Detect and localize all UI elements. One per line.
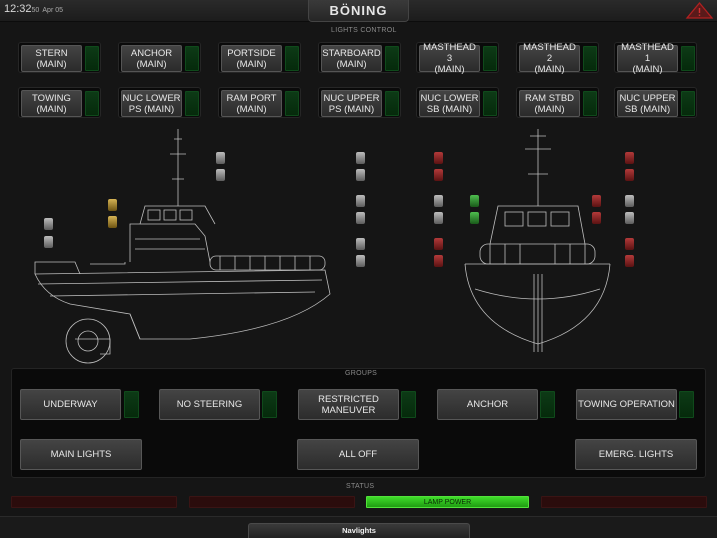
lamp-icon <box>434 169 443 181</box>
light-button-label: ANCHOR (MAIN) <box>121 45 182 72</box>
lamp-icon <box>625 195 634 207</box>
light-button-label: RAM PORT (MAIN) <box>221 90 282 117</box>
light-button-row1-7[interactable]: MASTHEAD 1 (MAIN) <box>614 42 697 75</box>
main-lights-button[interactable]: MAIN LIGHTS <box>20 439 142 470</box>
lamp-icon <box>434 212 443 224</box>
light-button-row1-1[interactable]: STERN (MAIN) <box>18 42 101 73</box>
light-button-row2-3[interactable]: RAM PORT (MAIN) <box>218 87 301 118</box>
towing-operation-button[interactable]: TOWING OPERATION <box>576 389 677 420</box>
no-steering-button[interactable]: NO STEERING <box>159 389 260 420</box>
no-steering-indicator <box>262 391 277 418</box>
light-indicator <box>681 91 695 116</box>
status-bar-1 <box>11 496 177 508</box>
light-indicator <box>583 91 597 116</box>
clock-time: 12:32 <box>4 3 32 15</box>
lamp-icon <box>625 152 634 164</box>
lamp-icon <box>356 169 365 181</box>
light-button-label: PORTSIDE (MAIN) <box>221 45 282 72</box>
lamp-icon <box>44 218 53 230</box>
lamp-icon <box>216 169 225 181</box>
light-button-row2-1[interactable]: TOWING (MAIN) <box>18 87 101 118</box>
lamp-icon <box>356 212 365 224</box>
brand-logo: BÖNING <box>308 0 409 22</box>
lights-control-label: LIGHTS CONTROL <box>331 27 397 34</box>
light-button-row2-2[interactable]: NUC LOWER PS (MAIN) <box>118 87 201 118</box>
light-button-label: NUC UPPER SB (MAIN) <box>617 90 678 117</box>
lamp-icon <box>434 152 443 164</box>
lamp-icon <box>434 238 443 250</box>
lamp-icon <box>625 212 634 224</box>
lamp-icon <box>356 238 365 250</box>
lamp-icon <box>592 212 601 224</box>
light-indicator <box>85 46 99 71</box>
light-button-label: RAM STBD (MAIN) <box>519 90 580 117</box>
lamp-icon <box>625 238 634 250</box>
lamp-icon <box>108 216 117 228</box>
light-button-row1-5[interactable]: MASTHEAD 3 (MAIN) <box>416 42 499 75</box>
lamp-icon <box>625 169 634 181</box>
light-button-row2-6[interactable]: RAM STBD (MAIN) <box>516 87 599 118</box>
light-button-row1-4[interactable]: STARBOARD (MAIN) <box>318 42 401 73</box>
restricted-maneuver-button[interactable]: RESTRICTED MANEUVER <box>298 389 399 420</box>
underway-button[interactable]: UNDERWAY <box>20 389 121 420</box>
tab-navlights[interactable]: Navlights <box>248 523 470 538</box>
light-button-label: NUC UPPER PS (MAIN) <box>321 90 382 117</box>
clock-date: Apr 05 <box>42 7 64 14</box>
light-button-label: STARBOARD (MAIN) <box>321 45 382 72</box>
light-button-label: TOWING (MAIN) <box>21 90 82 117</box>
lamp-icon <box>356 195 365 207</box>
clock: 12:3250 Apr 05 <box>4 3 63 15</box>
clock-seconds: 50 <box>31 7 40 14</box>
light-indicator <box>681 46 695 71</box>
light-button-row2-7[interactable]: NUC UPPER SB (MAIN) <box>614 87 697 118</box>
light-indicator <box>285 46 299 71</box>
light-indicator <box>385 46 399 71</box>
status-bar-4 <box>541 496 707 508</box>
lamp-icon <box>356 255 365 267</box>
lamp-icon <box>470 212 479 224</box>
boat-front-view <box>464 129 611 352</box>
warning-icon[interactable] <box>684 1 715 20</box>
groups-label: GROUPS <box>345 370 378 377</box>
light-indicator <box>583 46 597 71</box>
light-button-label: MASTHEAD 1 (MAIN) <box>617 42 678 75</box>
restricted-maneuver-indicator <box>401 391 416 418</box>
lamp-icon <box>592 195 601 207</box>
towing-operation-indicator <box>679 391 694 418</box>
light-indicator <box>385 91 399 116</box>
status-label: STATUS <box>346 483 375 490</box>
boat-side-view <box>34 129 331 364</box>
lamp-icon <box>44 236 53 248</box>
anchor-group-indicator <box>540 391 555 418</box>
lamp-icon <box>470 195 479 207</box>
anchor-group-button[interactable]: ANCHOR <box>437 389 538 420</box>
light-button-row1-6[interactable]: MASTHEAD 2 (MAIN) <box>516 42 599 75</box>
lamp-icon <box>434 255 443 267</box>
light-button-label: MASTHEAD 3 (MAIN) <box>419 42 480 75</box>
light-button-row1-2[interactable]: ANCHOR (MAIN) <box>118 42 201 73</box>
light-button-row1-3[interactable]: PORTSIDE (MAIN) <box>218 42 301 73</box>
lamp-icon <box>625 255 634 267</box>
light-indicator <box>185 46 199 71</box>
light-button-row2-4[interactable]: NUC UPPER PS (MAIN) <box>318 87 401 118</box>
light-button-label: NUC LOWER SB (MAIN) <box>419 90 480 117</box>
light-indicator <box>285 91 299 116</box>
light-button-row2-5[interactable]: NUC LOWER SB (MAIN) <box>416 87 499 118</box>
underway-indicator <box>124 391 139 418</box>
status-bar-2 <box>189 496 355 508</box>
lamp-icon <box>108 199 117 211</box>
all-off-button[interactable]: ALL OFF <box>297 439 419 470</box>
lamp-icon <box>434 195 443 207</box>
light-indicator <box>483 46 497 71</box>
light-indicator <box>85 91 99 116</box>
emergency-lights-button[interactable]: EMERG. LIGHTS <box>575 439 697 470</box>
light-button-label: MASTHEAD 2 (MAIN) <box>519 42 580 75</box>
lamp-icon <box>356 152 365 164</box>
lamp-power-status: LAMP POWER <box>366 496 529 508</box>
lamp-icon <box>216 152 225 164</box>
light-button-label: NUC LOWER PS (MAIN) <box>121 90 182 117</box>
light-indicator <box>185 91 199 116</box>
light-indicator <box>483 91 497 116</box>
light-button-label: STERN (MAIN) <box>21 45 82 72</box>
